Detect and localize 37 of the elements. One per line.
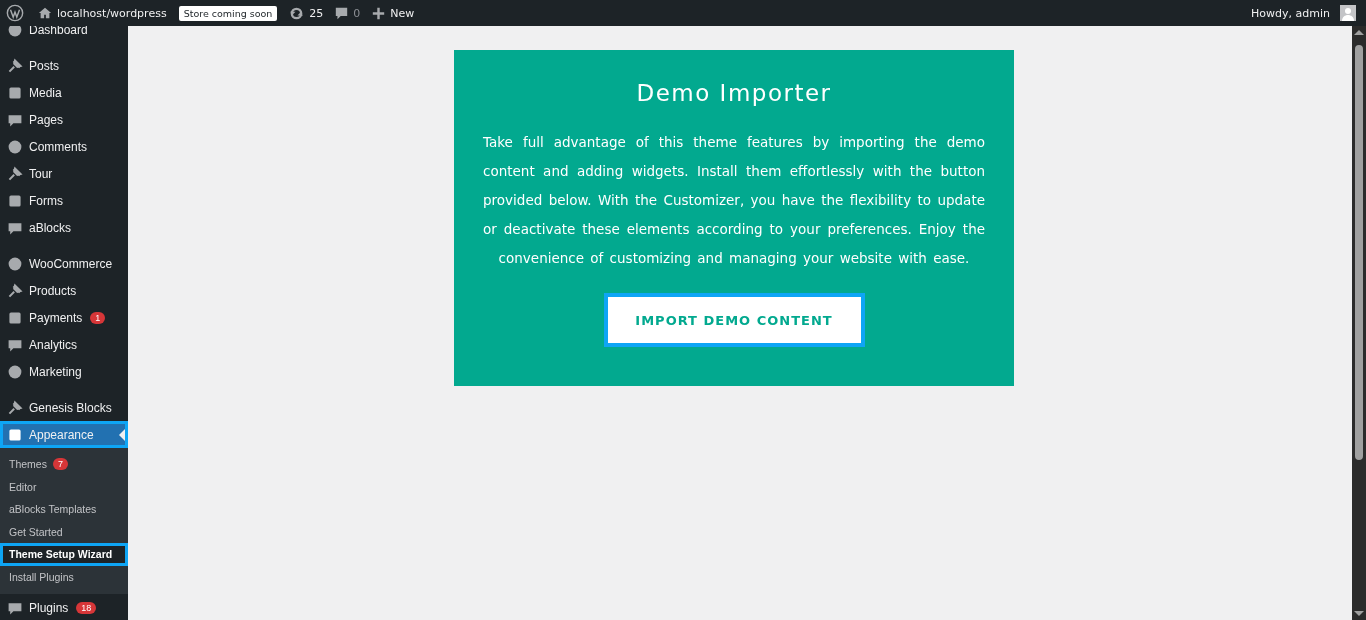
menu-item[interactable]: Forms — [0, 187, 128, 214]
new-link[interactable]: New — [390, 6, 415, 20]
menu-item[interactable]: Payments 1 — [0, 304, 128, 331]
current-menu-arrow-icon — [119, 428, 125, 441]
menu-item[interactable]: Posts — [0, 52, 128, 79]
menu-item[interactable]: Comments — [0, 133, 128, 160]
submenu-item[interactable]: Themes 7 — [0, 453, 128, 476]
updates-count[interactable]: 25 — [309, 6, 324, 20]
greeting-link[interactable]: Howdy, admin — [1251, 6, 1330, 20]
menu-item[interactable]: Tour — [0, 160, 128, 187]
home-icon[interactable] — [38, 6, 52, 20]
submenu-item[interactable]: Get Started — [0, 520, 128, 543]
menu-item[interactable]: Analytics — [0, 331, 128, 358]
menu-item[interactable]: Plugins 18 — [0, 594, 128, 620]
plus-icon[interactable] — [372, 6, 386, 20]
submenu-item[interactable]: aBlocks Templates — [0, 498, 128, 521]
menu-item[interactable]: WooCommerce — [0, 250, 128, 277]
submenu-item[interactable]: Theme Setup Wizard — [0, 543, 128, 566]
menu-item[interactable]: aBlocks — [0, 214, 128, 241]
refresh-icon[interactable] — [289, 5, 305, 21]
menu-item[interactable]: Marketing — [0, 358, 128, 385]
menu-item[interactable]: Media — [0, 79, 128, 106]
card-title: Demo Importer — [636, 80, 832, 106]
menu-item[interactable]: Pages — [0, 106, 128, 133]
menu-item[interactable]: Genesis Blocks — [0, 394, 128, 421]
site-link[interactable]: localhost/wordpress — [57, 6, 167, 20]
store-status-badge[interactable]: Store coming soon — [178, 5, 278, 21]
submenu-item[interactable]: Install Plugins — [0, 565, 128, 588]
wordpress-logo-icon[interactable] — [6, 4, 24, 22]
scrollbar[interactable] — [1352, 26, 1366, 620]
submenu-item[interactable]: Editor — [0, 475, 128, 498]
card-description: Take full advantage of this theme features by importing the demo content and adding widgets. Install them effortlessly with the button provided below. With the Customizer, you have the flexibility to update or deactivate these elements according to your preferences. Enjoy the convenience of customizing and managing your website with ease. — [483, 133, 985, 268]
menu-item[interactable]: Appearance — [0, 421, 128, 448]
menu-item[interactable]: Products — [0, 277, 128, 304]
comment-icon[interactable] — [335, 6, 349, 20]
comments-count[interactable]: 0 — [353, 6, 361, 20]
pin-icon — [7, 57, 23, 74]
